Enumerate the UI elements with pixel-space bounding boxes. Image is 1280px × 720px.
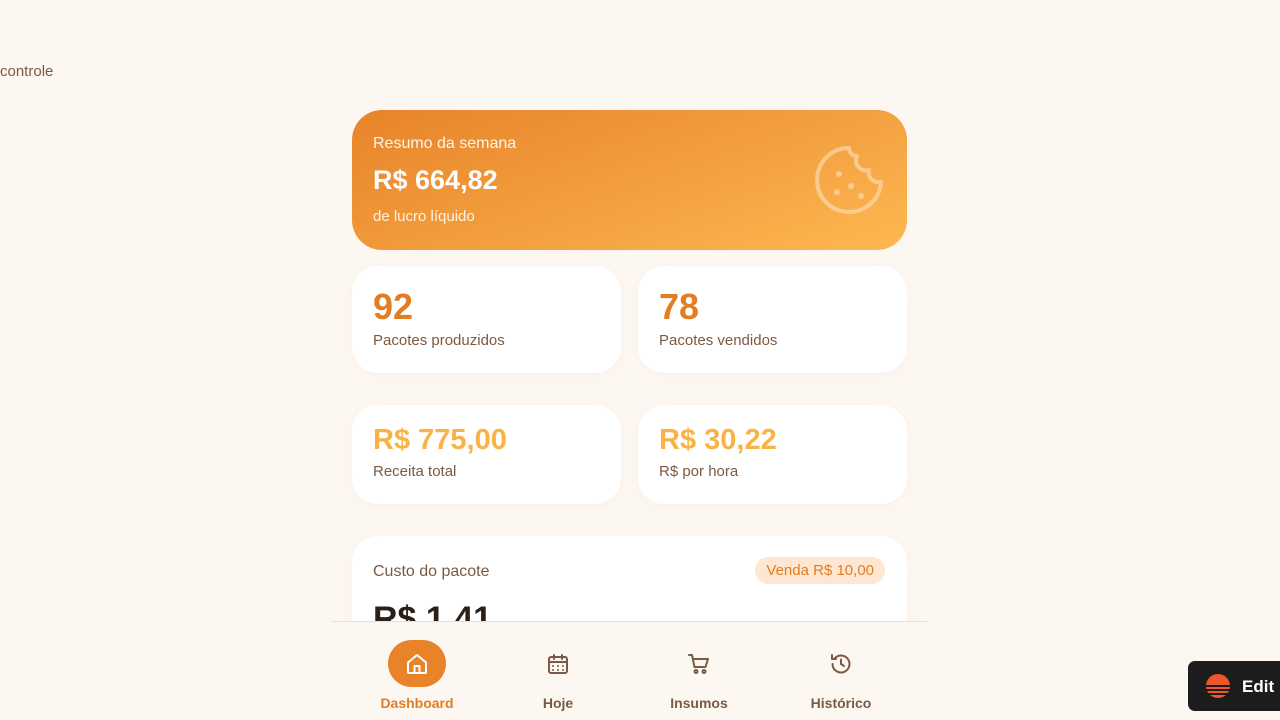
nav-icon-container (388, 640, 446, 687)
nav-icon-container (812, 640, 870, 687)
bottom-navigation: Dashboard Hoje Insumos Histórico (331, 621, 928, 720)
weekly-summary-card: Resumo da semana R$ 664,82 de lucro líqu… (352, 110, 907, 250)
nav-label: Histórico (810, 695, 872, 711)
home-icon (407, 653, 427, 674)
stat-label: R$ por hora (659, 463, 739, 480)
stat-value: 78 (659, 286, 700, 327)
nav-icon-container (529, 640, 587, 687)
stat-label: Pacotes produzidos (373, 332, 505, 349)
edit-label: Edit (1242, 677, 1275, 696)
stat-value: R$ 775,00 (373, 424, 507, 456)
nav-historico[interactable]: Histórico (791, 622, 891, 720)
stat-label: Receita total (373, 463, 457, 480)
weekly-profit-value: R$ 664,82 (373, 165, 498, 195)
cart-icon (688, 653, 709, 674)
weekly-summary-label: Resumo da semana (373, 135, 517, 152)
cookie-icon (815, 146, 883, 214)
stat-card-revenue: R$ 775,00 Receita total (352, 405, 621, 504)
sunset-logo-icon (1205, 674, 1231, 698)
calendar-icon (548, 653, 568, 674)
nav-label: Insumos (670, 695, 728, 711)
edit-badge[interactable]: Edit (1188, 661, 1280, 711)
stat-value: 92 (373, 286, 414, 327)
stat-card-sold: 78 Pacotes vendidos (638, 266, 907, 373)
stat-card-produced: 92 Pacotes produzidos (352, 266, 621, 373)
nav-icon-container (670, 640, 728, 687)
stat-value: R$ 30,22 (659, 424, 777, 456)
sidebar-fragment-text: controle (0, 63, 54, 80)
history-icon (831, 653, 851, 673)
stat-card-per-hour: R$ 30,22 R$ por hora (638, 405, 907, 504)
sale-price-badge: Venda R$ 10,00 (755, 557, 885, 584)
package-cost-title: Custo do pacote (373, 563, 490, 580)
nav-hoje[interactable]: Hoje (508, 622, 608, 720)
nav-insumos[interactable]: Insumos (649, 622, 749, 720)
weekly-profit-sublabel: de lucro líquido (373, 208, 475, 225)
app-page: controle Resumo da semana R$ 664,82 de l… (0, 0, 1280, 720)
stat-label: Pacotes vendidos (659, 332, 778, 349)
nav-dashboard[interactable]: Dashboard (367, 622, 467, 720)
nav-label: Hoje (542, 695, 574, 711)
nav-label: Dashboard (380, 695, 454, 711)
